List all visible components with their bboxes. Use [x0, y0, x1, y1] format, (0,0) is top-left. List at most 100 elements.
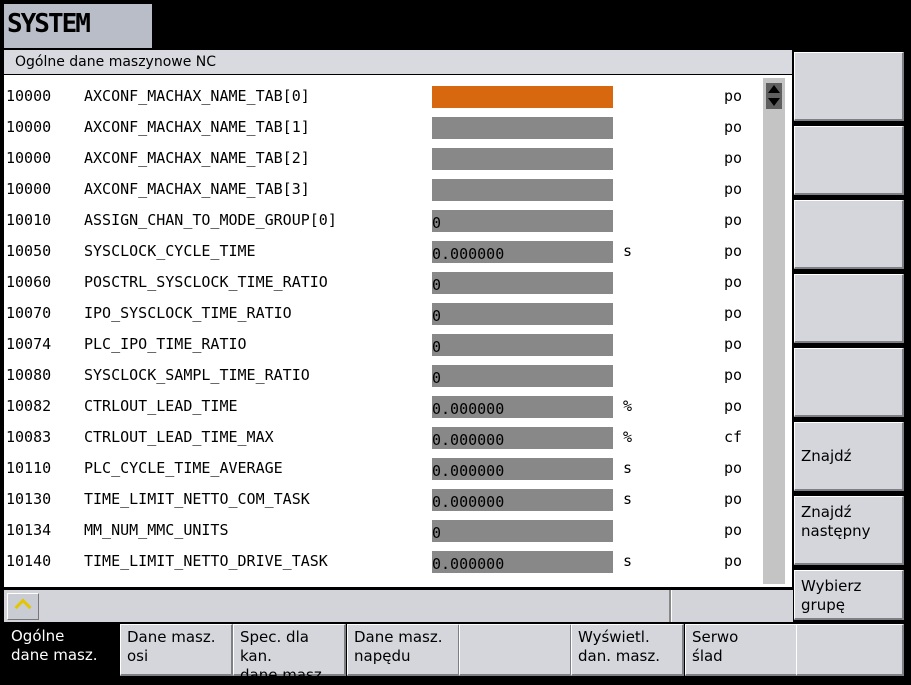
- param-effect: cf: [724, 428, 743, 446]
- horizontal-softkey-5[interactable]: [459, 624, 572, 676]
- vertical-softkey-4[interactable]: [794, 274, 904, 343]
- table-row[interactable]: 10110 PLC_CYCLE_TIME_AVERAGE 0.000000 s po: [4, 455, 764, 486]
- param-id: 10000: [6, 149, 52, 167]
- param-name: AXCONF_MACHAX_NAME_TAB[0]: [84, 87, 310, 105]
- param-value-field[interactable]: 0: [432, 334, 613, 356]
- scroll-thumb-icon[interactable]: [766, 83, 782, 109]
- vertical-softkey-2[interactable]: [794, 126, 904, 195]
- param-value-field[interactable]: [432, 86, 613, 108]
- table-row[interactable]: 10050 SYSCLOCK_CYCLE_TIME 0.000000 s po: [4, 238, 764, 269]
- table-row[interactable]: 10000 AXCONF_MACHAX_NAME_TAB[3] po: [4, 176, 764, 207]
- param-unit: s: [623, 242, 633, 260]
- param-value-field[interactable]: [432, 117, 613, 139]
- param-name: ASSIGN_CHAN_TO_MODE_GROUP[0]: [84, 211, 337, 229]
- table-row[interactable]: 10083 CTRLOUT_LEAD_TIME_MAX 0.000000% cf: [4, 424, 764, 455]
- scrollbar-track[interactable]: [763, 78, 785, 584]
- param-effect: po: [724, 397, 743, 415]
- param-id: 10070: [6, 304, 52, 322]
- horizontal-softkey-6[interactable]: Wyświetl. dan. masz.: [571, 624, 684, 676]
- param-effect: po: [724, 335, 743, 353]
- recall-button[interactable]: [7, 593, 39, 620]
- param-name: TIME_LIMIT_NETTO_DRIVE_TASK: [84, 552, 328, 570]
- scroll-up-arrow-icon: [768, 85, 780, 93]
- param-id: 10074: [6, 335, 52, 353]
- param-value-field[interactable]: 0: [432, 272, 613, 294]
- param-id: 10010: [6, 211, 52, 229]
- status-field: [671, 590, 793, 622]
- param-id: 10130: [6, 490, 52, 508]
- param-value-field[interactable]: [432, 148, 613, 170]
- table-row[interactable]: 10134 MM_NUM_MMC_UNITS 0 po: [4, 517, 764, 548]
- param-unit: s: [623, 552, 633, 570]
- horizontal-softkey-4[interactable]: Dane masz. napędu: [347, 624, 460, 676]
- param-name: CTRLOUT_LEAD_TIME: [84, 397, 238, 415]
- param-name: AXCONF_MACHAX_NAME_TAB[3]: [84, 180, 310, 198]
- param-effect: po: [724, 87, 743, 105]
- param-value-field[interactable]: 0: [432, 365, 613, 387]
- param-name: CTRLOUT_LEAD_TIME_MAX: [84, 428, 274, 446]
- param-effect: po: [724, 490, 743, 508]
- table-row[interactable]: 10074 PLC_IPO_TIME_RATIO 0 po: [4, 331, 764, 362]
- table-row[interactable]: 10000 AXCONF_MACHAX_NAME_TAB[2] po: [4, 145, 764, 176]
- table-row[interactable]: 10140 TIME_LIMIT_NETTO_DRIVE_TASK 0.000000…: [4, 548, 764, 579]
- param-effect: po: [724, 552, 743, 570]
- machine-data-list: 10000 AXCONF_MACHAX_NAME_TAB[0] po 10000 AXC…: [4, 75, 792, 587]
- table-row[interactable]: 10080 SYSCLOCK_SAMPL_TIME_RATIO 0 po: [4, 362, 764, 393]
- horizontal-softkey-2[interactable]: Dane masz. osi: [120, 624, 233, 676]
- param-id: 10083: [6, 428, 52, 446]
- param-value-field[interactable]: 0: [432, 303, 613, 325]
- param-id: 10134: [6, 521, 52, 539]
- horizontal-softkey-3[interactable]: Spec. dla kan. dane masz.: [233, 624, 346, 684]
- table-row[interactable]: 10000 AXCONF_MACHAX_NAME_TAB[1] po: [4, 114, 764, 145]
- param-value-field[interactable]: 0.000000: [432, 427, 613, 449]
- param-id: 10000: [6, 118, 52, 136]
- param-id: 10060: [6, 273, 52, 291]
- param-id: 10050: [6, 242, 52, 260]
- horizontal-softkey-7[interactable]: Serwo ślad: [685, 624, 798, 676]
- param-value-field[interactable]: 0: [432, 210, 613, 232]
- param-name: IPO_SYSCLOCK_TIME_RATIO: [84, 304, 292, 322]
- param-name: PLC_IPO_TIME_RATIO: [84, 335, 247, 353]
- param-value-field[interactable]: 0.000000: [432, 241, 613, 263]
- param-effect: po: [724, 366, 743, 384]
- param-value-field[interactable]: 0: [432, 520, 613, 542]
- param-value-field[interactable]: 0.000000: [432, 551, 613, 573]
- param-value-field[interactable]: 0.000000: [432, 489, 613, 511]
- vertical-softkey-6[interactable]: Znajdź: [794, 422, 904, 491]
- vertical-softkey-3[interactable]: [794, 200, 904, 269]
- param-id: 10140: [6, 552, 52, 570]
- param-value-field[interactable]: 0.000000: [432, 458, 613, 480]
- table-row[interactable]: 10010 ASSIGN_CHAN_TO_MODE_GROUP[0] 0 po: [4, 207, 764, 238]
- param-name: PLC_CYCLE_TIME_AVERAGE: [84, 459, 283, 477]
- param-value-field[interactable]: [432, 179, 613, 201]
- vertical-softkey-8[interactable]: Wybierz grupę: [794, 570, 904, 620]
- table-row[interactable]: 10060 POSCTRL_SYSCLOCK_TIME_RATIO 0 po: [4, 269, 764, 300]
- table-row[interactable]: 10070 IPO_SYSCLOCK_TIME_RATIO 0 po: [4, 300, 764, 331]
- param-value-field[interactable]: 0.000000: [432, 396, 613, 418]
- vertical-softkey-1[interactable]: [794, 52, 904, 121]
- param-unit: %: [623, 428, 633, 446]
- mode-tab-system[interactable]: SYSTEM: [4, 4, 152, 48]
- param-id: 10082: [6, 397, 52, 415]
- horizontal-softkey-1[interactable]: Ogólne dane masz.: [5, 624, 118, 676]
- param-effect: po: [724, 304, 743, 322]
- param-name: SYSCLOCK_SAMPL_TIME_RATIO: [84, 366, 310, 384]
- recall-chevron-up-icon: [14, 598, 32, 616]
- table-row[interactable]: 10082 CTRLOUT_LEAD_TIME 0.000000% po: [4, 393, 764, 424]
- param-name: POSCTRL_SYSCLOCK_TIME_RATIO: [84, 273, 328, 291]
- param-id: 10000: [6, 180, 52, 198]
- vertical-softkey-7[interactable]: Znajdź następny: [794, 496, 904, 565]
- param-effect: po: [724, 242, 743, 260]
- param-name: SYSCLOCK_CYCLE_TIME: [84, 242, 256, 260]
- table-row[interactable]: 10130 TIME_LIMIT_NETTO_COM_TASK 0.000000 s p…: [4, 486, 764, 517]
- param-effect: po: [724, 273, 743, 291]
- param-name: AXCONF_MACHAX_NAME_TAB[2]: [84, 149, 310, 167]
- vertical-softkey-5[interactable]: [794, 348, 904, 417]
- param-unit: s: [623, 490, 633, 508]
- param-effect: po: [724, 459, 743, 477]
- table-row[interactable]: 10000 AXCONF_MACHAX_NAME_TAB[0] po: [4, 83, 764, 114]
- horizontal-softkey-8[interactable]: [796, 624, 904, 676]
- param-id: 10000: [6, 87, 52, 105]
- param-effect: po: [724, 149, 743, 167]
- param-id: 10080: [6, 366, 52, 384]
